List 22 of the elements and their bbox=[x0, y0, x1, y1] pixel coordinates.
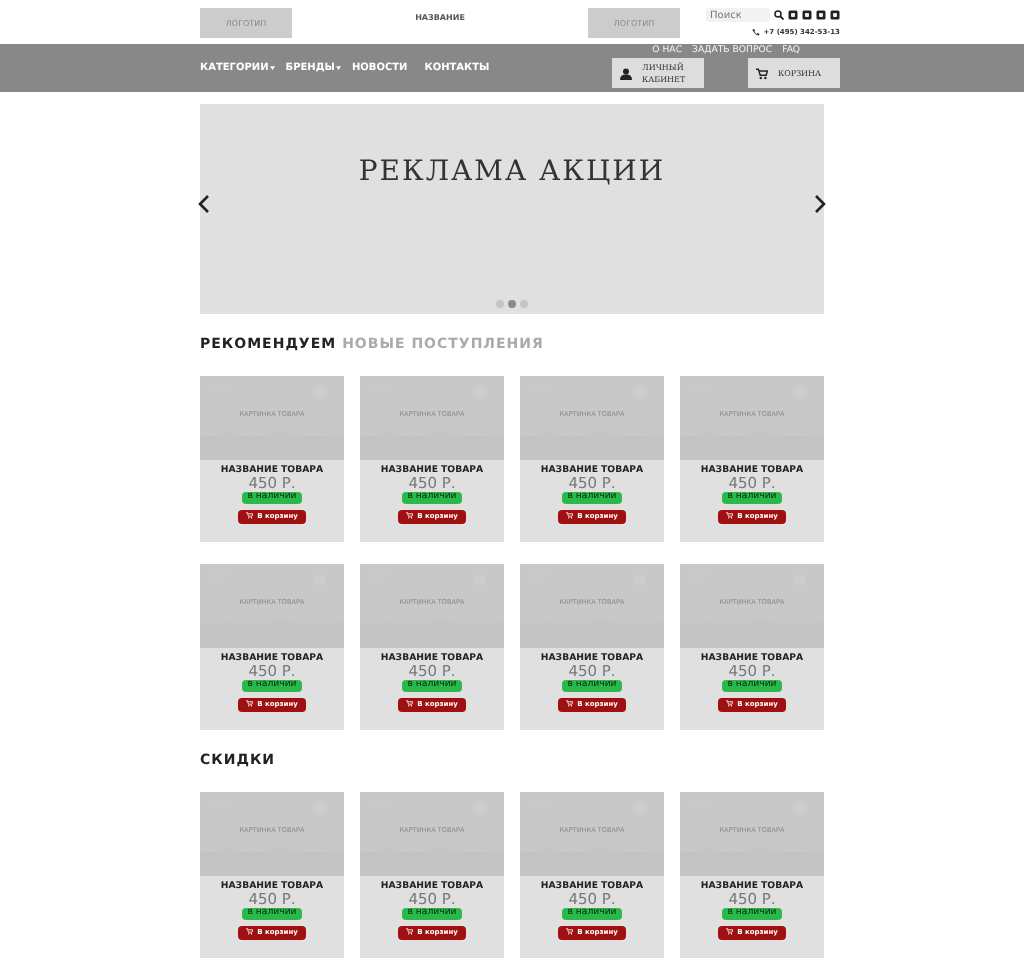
cart-icon bbox=[246, 928, 254, 936]
social-icon[interactable] bbox=[802, 10, 812, 20]
person-icon bbox=[620, 67, 632, 79]
phone-icon bbox=[751, 28, 760, 36]
social-icon[interactable] bbox=[830, 10, 840, 20]
cart-icon bbox=[246, 700, 254, 708]
cart-icon bbox=[406, 928, 414, 936]
cart-icon bbox=[246, 512, 254, 520]
cart-icon bbox=[566, 512, 574, 520]
cart-icon bbox=[726, 512, 734, 520]
cart-icon bbox=[566, 700, 574, 708]
cart-icon bbox=[406, 700, 414, 708]
cart-icon bbox=[726, 700, 734, 708]
cart-icon bbox=[566, 928, 574, 936]
cart-icon bbox=[726, 928, 734, 936]
cart-icon bbox=[756, 67, 768, 79]
carousel-dot[interactable] bbox=[508, 300, 516, 308]
social-icon[interactable] bbox=[788, 10, 798, 20]
social-icon[interactable] bbox=[816, 10, 826, 20]
cart-icon bbox=[406, 512, 414, 520]
search-icon[interactable] bbox=[774, 10, 784, 20]
banner-title: РЕКЛАМА АКЦИИ bbox=[358, 156, 666, 188]
